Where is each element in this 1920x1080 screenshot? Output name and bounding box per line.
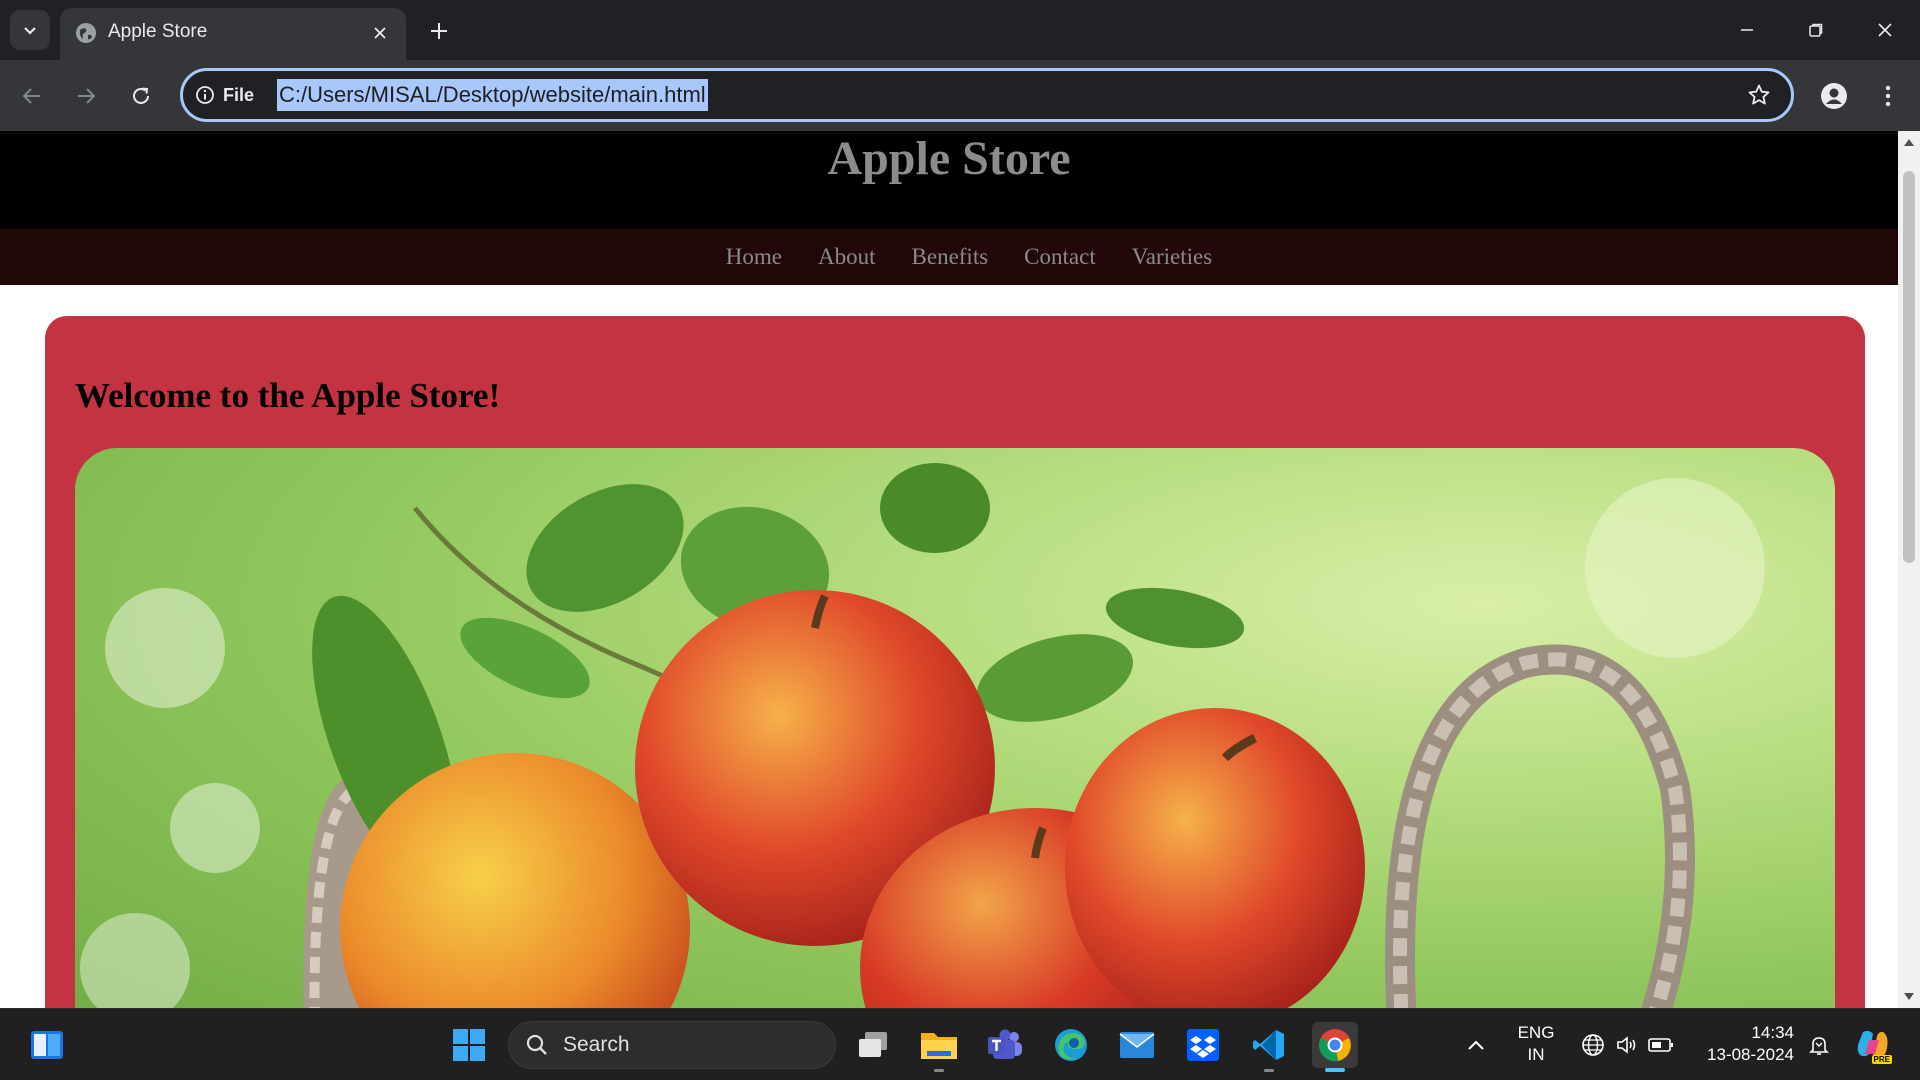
folder-icon — [921, 1033, 957, 1059]
search-icon — [526, 1034, 547, 1055]
notification-bell-icon — [1809, 1037, 1829, 1055]
battery-icon — [1648, 1038, 1673, 1052]
forward-button[interactable] — [68, 78, 104, 114]
browser-tab-active[interactable]: Apple Store — [60, 8, 406, 60]
scroll-down-button[interactable] — [1898, 986, 1920, 1008]
chevron-up-icon — [1468, 1040, 1484, 1050]
reload-button[interactable] — [123, 78, 159, 114]
nav-link-home[interactable]: Home — [726, 244, 782, 270]
chrome-icon — [1319, 1029, 1351, 1062]
restore-button[interactable] — [1793, 10, 1839, 50]
nav-link-contact[interactable]: Contact — [1024, 244, 1096, 270]
dropbox-icon — [1187, 1029, 1219, 1061]
person-icon — [1821, 83, 1847, 109]
close-icon — [374, 27, 386, 39]
minimize-button[interactable] — [1724, 10, 1770, 50]
triangle-down-icon — [1904, 993, 1914, 1000]
taskbar-search-box[interactable]: Search — [508, 1021, 836, 1069]
teams-icon — [988, 1029, 1022, 1059]
welcome-heading: Welcome to the Apple Store! — [75, 376, 501, 415]
page-scrollbar[interactable] — [1898, 131, 1920, 1008]
nav-link-about[interactable]: About — [818, 244, 876, 270]
address-bar[interactable]: File C:/Users/MISAL/Desktop/website/main… — [180, 68, 1794, 122]
star-icon — [1748, 84, 1770, 105]
clock-time: 14:34 — [1751, 1023, 1794, 1042]
site-info-button[interactable]: File — [195, 81, 254, 109]
welcome-card: Welcome to the Apple Store! — [45, 316, 1865, 1008]
running-indicator — [934, 1069, 944, 1072]
copilot-button[interactable]: PRE — [1852, 1022, 1894, 1068]
mail-icon — [1119, 1032, 1155, 1058]
tab-close-button[interactable] — [368, 21, 392, 45]
volume-button[interactable] — [1610, 1022, 1644, 1068]
language-code: ENG — [1517, 1023, 1555, 1042]
speaker-icon — [1617, 1036, 1636, 1054]
page-viewport: Apple Store Home About Benefits Contact … — [0, 131, 1898, 1008]
close-window-button[interactable] — [1862, 10, 1908, 50]
back-button[interactable] — [14, 78, 50, 114]
restore-icon — [1809, 23, 1823, 37]
info-icon — [196, 86, 214, 104]
show-hidden-icons-button[interactable] — [1456, 1022, 1496, 1068]
teams-button[interactable] — [982, 1022, 1028, 1068]
copilot-badge: PRE — [1871, 1055, 1892, 1064]
tab-title: Apple Store — [108, 21, 208, 42]
site-nav: Home About Benefits Contact Varieties — [0, 229, 1898, 285]
chrome-button[interactable] — [1312, 1022, 1358, 1072]
more-vertical-icon — [1885, 85, 1891, 107]
taskbar-search-placeholder: Search — [563, 1033, 630, 1056]
edge-button[interactable] — [1048, 1022, 1094, 1068]
vscode-icon — [1253, 1030, 1284, 1060]
widgets-icon — [31, 1031, 63, 1059]
tab-search-button[interactable] — [10, 10, 50, 50]
scroll-thumb[interactable] — [1903, 171, 1915, 563]
vscode-button[interactable] — [1246, 1022, 1292, 1072]
chevron-down-icon — [24, 27, 36, 35]
globe-icon — [76, 23, 96, 43]
start-button[interactable] — [446, 1022, 492, 1068]
minimize-icon — [1741, 29, 1753, 31]
globe-network-icon — [1582, 1034, 1604, 1056]
notifications-button[interactable] — [1800, 1022, 1838, 1068]
language-indicator[interactable]: ENG IN — [1508, 1022, 1564, 1066]
browser-menu-button[interactable] — [1870, 78, 1906, 114]
url-text[interactable]: C:/Users/MISAL/Desktop/website/main.html — [277, 79, 708, 111]
network-button[interactable] — [1576, 1022, 1610, 1068]
bookmark-button[interactable] — [1745, 81, 1773, 109]
plus-icon — [431, 23, 447, 39]
triangle-up-icon — [1904, 139, 1914, 146]
scroll-up-button[interactable] — [1898, 131, 1920, 153]
dropbox-button[interactable] — [1180, 1022, 1226, 1068]
task-view-icon — [859, 1032, 887, 1057]
mail-button[interactable] — [1114, 1022, 1160, 1068]
apples-basket-illustration — [80, 463, 1765, 1008]
windows-taskbar: Search ENG IN 14:34 13-08-2024 PRE — [0, 1008, 1920, 1080]
hero-image-apples — [75, 448, 1835, 1008]
active-window-indicator — [1325, 1068, 1345, 1072]
profile-button[interactable] — [1816, 78, 1852, 114]
clock[interactable]: 14:34 13-08-2024 — [1694, 1022, 1794, 1066]
battery-button[interactable] — [1644, 1022, 1678, 1068]
running-indicator — [1264, 1069, 1274, 1072]
arrow-right-icon — [78, 88, 96, 104]
edge-icon — [1055, 1029, 1087, 1061]
nav-link-varieties[interactable]: Varieties — [1132, 244, 1212, 270]
browser-toolbar: File C:/Users/MISAL/Desktop/website/main… — [0, 60, 1920, 131]
site-title: Apple Store — [827, 132, 1071, 185]
windows-logo-icon — [453, 1029, 485, 1061]
reload-icon — [133, 87, 149, 104]
task-view-button[interactable] — [850, 1022, 896, 1068]
widgets-button[interactable] — [24, 1022, 70, 1068]
close-icon — [1878, 23, 1892, 37]
arrow-left-icon — [22, 88, 40, 104]
site-header: Apple Store — [0, 131, 1898, 229]
file-explorer-button[interactable] — [916, 1022, 962, 1072]
site-info-label: File — [223, 84, 255, 105]
clock-date: 13-08-2024 — [1707, 1045, 1794, 1064]
new-tab-button[interactable] — [424, 16, 454, 46]
nav-link-benefits[interactable]: Benefits — [912, 244, 989, 270]
region-code: IN — [1527, 1045, 1545, 1064]
browser-tab-strip: Apple Store — [0, 0, 1920, 60]
